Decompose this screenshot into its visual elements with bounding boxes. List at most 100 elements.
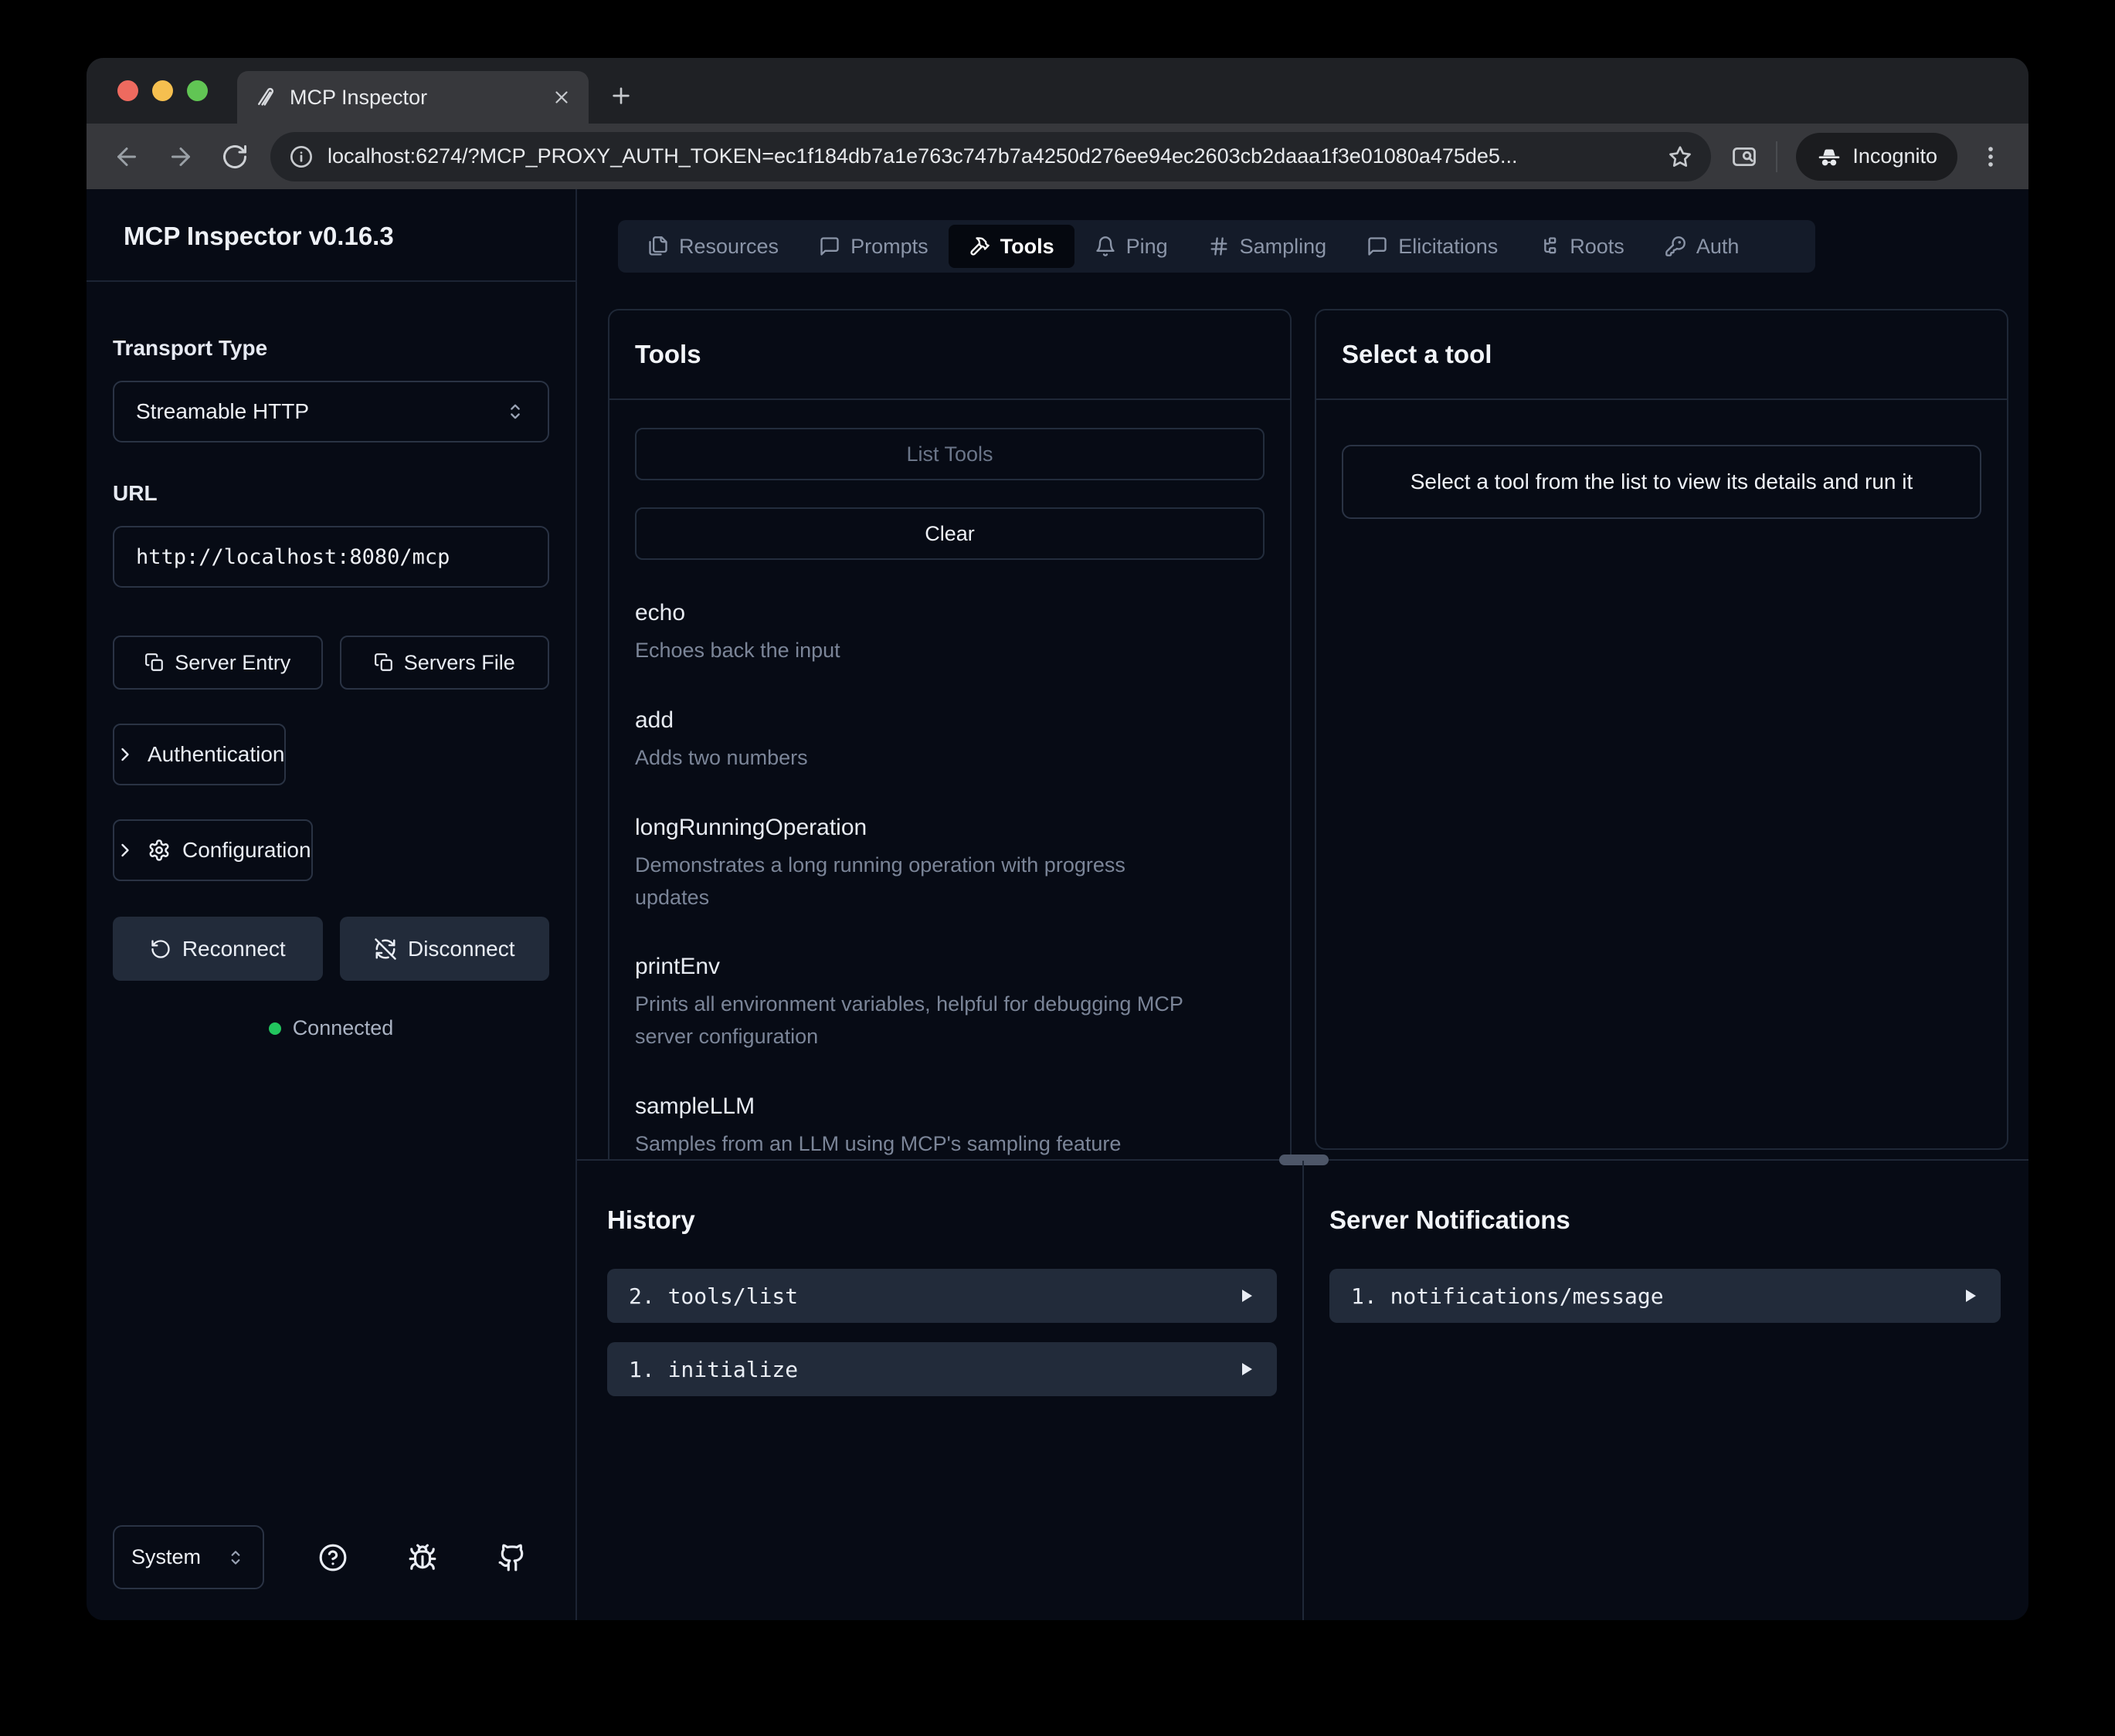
tool-list-item[interactable]: sampleLLM Samples from an LLM using MCP'… (635, 1093, 1265, 1161)
history-row[interactable]: 1. initialize (607, 1342, 1277, 1396)
connected-dot-icon (269, 1022, 281, 1035)
history-entry: 2. tools/list (629, 1283, 798, 1309)
browser-menu-icon[interactable] (1978, 144, 2004, 170)
tab-tools[interactable]: Tools (949, 225, 1074, 268)
servers-file-button[interactable]: Servers File (340, 636, 550, 690)
refresh-off-icon (374, 938, 397, 961)
tab-search-icon[interactable] (1731, 144, 1757, 170)
configuration-label: Configuration (182, 838, 311, 863)
tab-label: Prompts (850, 235, 928, 259)
sidebar-header: MCP Inspector v0.16.3 (87, 189, 575, 282)
transport-type-select[interactable]: Streamable HTTP (113, 381, 549, 442)
tool-list-item[interactable]: echo Echoes back the input (635, 600, 1265, 667)
tool-list-item[interactable]: add Adds two numbers (635, 707, 1265, 775)
copy-icon (144, 653, 165, 673)
gear-icon (148, 839, 171, 862)
tool-name: printEnv (635, 954, 1265, 980)
reload-icon[interactable] (215, 137, 255, 177)
tool-list-item[interactable]: longRunningOperation Demonstrates a long… (635, 815, 1265, 914)
tab-auth[interactable]: Auth (1645, 225, 1760, 268)
tab-resources[interactable]: Resources (627, 225, 799, 268)
expand-play-icon[interactable] (1961, 1287, 1979, 1305)
bell-icon (1095, 236, 1116, 257)
authentication-toggle[interactable]: Authentication (113, 724, 286, 785)
minimize-window-button[interactable] (152, 80, 173, 101)
expand-play-icon[interactable] (1237, 1360, 1255, 1378)
tab-sampling[interactable]: Sampling (1188, 225, 1347, 268)
tool-detail-title: Select a tool (1316, 310, 2007, 400)
tool-description: Adds two numbers (635, 742, 1191, 775)
footer-icons (318, 1543, 527, 1572)
chevrons-up-down-icon (226, 1548, 246, 1568)
url-label: URL (113, 481, 549, 506)
tool-detail-placeholder: Select a tool from the list to view its … (1342, 445, 1981, 519)
history-title: History (607, 1205, 1277, 1235)
tab-label: Resources (679, 235, 779, 259)
tool-list-item[interactable]: printEnv Prints all environment variable… (635, 954, 1265, 1053)
disconnect-button[interactable]: Disconnect (340, 917, 550, 981)
window-controls (117, 80, 208, 101)
toolbar-separator (1776, 141, 1777, 172)
server-url-input[interactable]: http://localhost:8080/mcp (113, 526, 549, 588)
history-list: 2. tools/list 1. initialize (607, 1269, 1277, 1396)
mcp-inspector-app: MCP Inspector v0.16.3 Transport Type Str… (87, 189, 2028, 1620)
bug-icon[interactable] (408, 1543, 437, 1572)
tab-roots[interactable]: Roots (1518, 225, 1645, 268)
tool-list: echo Echoes back the input add Adds two … (635, 600, 1265, 1161)
history-row[interactable]: 2. tools/list (607, 1269, 1277, 1323)
transport-type-value: Streamable HTTP (136, 399, 309, 424)
tab-label: Auth (1696, 235, 1740, 259)
theme-select[interactable]: System (113, 1525, 264, 1589)
copy-buttons-row: Server Entry Servers File (113, 636, 549, 690)
key-icon (1665, 236, 1686, 257)
history-panel: History 2. tools/list 1. initialize (577, 1161, 1304, 1620)
clear-tools-button[interactable]: Clear (635, 507, 1265, 560)
close-window-button[interactable] (117, 80, 138, 101)
feature-tabbar: Resources Prompts Tools Ping Sampling (618, 220, 1815, 273)
expand-play-icon[interactable] (1237, 1287, 1255, 1305)
server-notifications-panel: Server Notifications 1. notifications/me… (1305, 1161, 2028, 1620)
url-text[interactable]: localhost:6274/?MCP_PROXY_AUTH_TOKEN=ec1… (328, 144, 1655, 168)
server-entry-button[interactable]: Server Entry (113, 636, 323, 690)
tab-title: MCP Inspector (290, 86, 544, 110)
message-icon (1366, 236, 1388, 257)
zoom-window-button[interactable] (187, 80, 208, 101)
reconnect-label: Reconnect (182, 937, 286, 961)
tab-close-icon[interactable] (552, 87, 572, 107)
authentication-label: Authentication (148, 742, 284, 767)
tab-prompts[interactable]: Prompts (799, 225, 949, 268)
notification-row[interactable]: 1. notifications/message (1329, 1269, 2001, 1323)
connection-buttons-row: Reconnect Disconnect (113, 917, 549, 981)
server-notifications-title: Server Notifications (1329, 1205, 2001, 1235)
list-tools-button[interactable]: List Tools (635, 428, 1265, 480)
tab-elicitations[interactable]: Elicitations (1346, 225, 1518, 268)
address-bar[interactable]: localhost:6274/?MCP_PROXY_AUTH_TOKEN=ec1… (270, 132, 1711, 181)
github-icon[interactable] (497, 1543, 527, 1572)
tool-description: Prints all environment variables, helpfu… (635, 988, 1191, 1053)
back-icon[interactable] (107, 137, 147, 177)
servers-file-label: Servers File (404, 651, 515, 675)
browser-toolbar: localhost:6274/?MCP_PROXY_AUTH_TOKEN=ec1… (87, 124, 2028, 189)
browser-tab[interactable]: MCP Inspector (237, 71, 589, 124)
reconnect-button[interactable]: Reconnect (113, 917, 323, 981)
tab-label: Tools (1000, 235, 1054, 259)
incognito-icon (1816, 144, 1842, 170)
app-title: MCP Inspector v0.16.3 (124, 222, 538, 251)
main-content: Resources Prompts Tools Ping Sampling (577, 189, 2028, 1620)
chevron-right-icon (114, 744, 136, 765)
sidebar-body: Transport Type Streamable HTTP URL http:… (87, 282, 575, 1040)
forward-icon[interactable] (161, 137, 201, 177)
chevron-right-icon (114, 839, 136, 861)
new-tab-button[interactable] (603, 77, 640, 114)
tools-panel-title: Tools (609, 310, 1290, 400)
tool-name: add (635, 707, 1265, 734)
configuration-toggle[interactable]: Configuration (113, 819, 313, 881)
incognito-label: Incognito (1852, 144, 1937, 168)
bookmark-star-icon[interactable] (1668, 144, 1692, 169)
tool-description: Echoes back the input (635, 635, 1191, 667)
help-icon[interactable] (318, 1543, 348, 1572)
sidebar-footer: System (87, 1525, 575, 1620)
tab-ping[interactable]: Ping (1074, 225, 1188, 268)
site-info-icon[interactable] (289, 144, 314, 169)
disconnect-label: Disconnect (408, 937, 515, 961)
